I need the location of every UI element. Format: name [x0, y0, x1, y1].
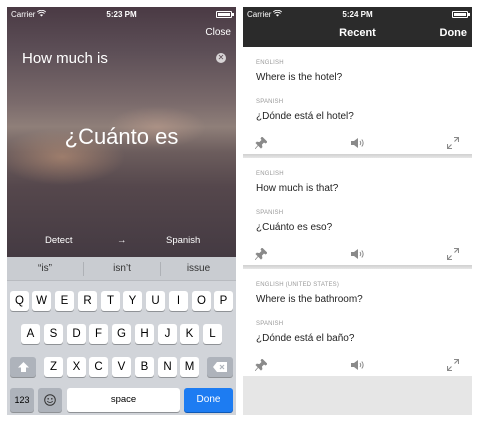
- emoji-icon: [44, 394, 56, 406]
- recent-entry[interactable]: ENGLISH (UNITED STATES) Where is the bat…: [243, 269, 472, 376]
- suggestion-item[interactable]: “is”: [7, 257, 83, 281]
- key-t[interactable]: T: [101, 291, 120, 311]
- shift-arrow-icon: [17, 362, 29, 372]
- expand-icon[interactable]: [447, 359, 459, 371]
- status-bar: Carrier 5:23 PM: [7, 7, 236, 21]
- key-x[interactable]: X: [67, 357, 86, 377]
- emoji-key[interactable]: [38, 388, 62, 412]
- suggestion-item[interactable]: isn’t: [84, 257, 160, 281]
- translation-text: ¿Cuánto es: [64, 124, 179, 149]
- key-w[interactable]: W: [32, 291, 51, 311]
- language-selector: Detect → Spanish: [7, 235, 236, 249]
- suggestion-item[interactable]: issue: [161, 257, 236, 281]
- source-language-button[interactable]: Detect: [45, 235, 72, 246]
- pin-icon[interactable]: [255, 137, 267, 149]
- target-language-label: SPANISH: [256, 210, 284, 216]
- status-time: 5:24 PM: [342, 10, 373, 19]
- pin-icon[interactable]: [255, 359, 267, 371]
- key-b[interactable]: B: [135, 357, 154, 377]
- backspace-icon: [213, 362, 227, 372]
- key-h[interactable]: H: [135, 324, 154, 344]
- clear-text-icon[interactable]: ✕: [216, 53, 226, 63]
- source-language-label: ENGLISH: [256, 60, 284, 66]
- source-phrase: Where is the bathroom?: [256, 294, 363, 305]
- key-m[interactable]: M: [180, 357, 199, 377]
- source-phrase: Where is the hotel?: [256, 72, 343, 83]
- nav-bar: Recent Done: [243, 21, 472, 47]
- done-button[interactable]: Done: [440, 27, 468, 39]
- key-g[interactable]: G: [112, 324, 131, 344]
- speaker-icon[interactable]: [351, 248, 365, 260]
- target-language-label: SPANISH: [256, 99, 284, 105]
- swap-arrow-icon[interactable]: →: [117, 235, 127, 246]
- backspace-key[interactable]: [207, 357, 233, 377]
- status-time: 5:23 PM: [106, 10, 137, 19]
- expand-icon[interactable]: [447, 137, 459, 149]
- done-key[interactable]: Done: [184, 388, 233, 412]
- key-f[interactable]: F: [89, 324, 108, 344]
- page-title: Recent: [339, 27, 376, 39]
- recent-screen: Carrier 5:24 PM Recent Done ENGLISH Wher…: [243, 7, 472, 415]
- source-phrase: How much is that?: [256, 183, 339, 194]
- target-phrase: ¿Cuánto es eso?: [256, 222, 333, 233]
- speaker-icon[interactable]: [351, 137, 365, 149]
- recent-entry[interactable]: ENGLISH Where is the hotel? SPANISH ¿Dón…: [243, 47, 472, 158]
- key-v[interactable]: V: [112, 357, 131, 377]
- battery-icon: [216, 11, 234, 18]
- key-p[interactable]: P: [214, 291, 233, 311]
- space-key[interactable]: space: [67, 388, 180, 412]
- target-phrase: ¿Dónde está el baño?: [256, 333, 355, 344]
- expand-icon[interactable]: [447, 248, 459, 260]
- recent-entry[interactable]: ENGLISH How much is that? SPANISH ¿Cuánt…: [243, 158, 472, 269]
- key-i[interactable]: I: [169, 291, 188, 311]
- key-r[interactable]: R: [78, 291, 97, 311]
- keyboard: “is” isn’t issue Q W E R T Y U I O P A S…: [7, 257, 236, 415]
- battery-icon: [452, 11, 470, 18]
- target-phrase: ¿Dónde está el hotel?: [256, 111, 354, 122]
- key-e[interactable]: E: [55, 291, 74, 311]
- source-language-label: ENGLISH: [256, 171, 284, 177]
- key-j[interactable]: J: [158, 324, 177, 344]
- speaker-icon[interactable]: [351, 359, 365, 371]
- shift-key[interactable]: [10, 357, 36, 377]
- key-u[interactable]: U: [146, 291, 165, 311]
- key-o[interactable]: O: [192, 291, 211, 311]
- source-language-label: ENGLISH (UNITED STATES): [256, 282, 340, 288]
- suggestion-bar: “is” isn’t issue: [7, 257, 236, 281]
- key-k[interactable]: K: [180, 324, 199, 344]
- key-c[interactable]: C: [89, 357, 108, 377]
- key-n[interactable]: N: [158, 357, 177, 377]
- target-language-label: SPANISH: [256, 321, 284, 327]
- pin-icon[interactable]: [255, 248, 267, 260]
- key-y[interactable]: Y: [123, 291, 142, 311]
- status-bar: Carrier 5:24 PM: [243, 7, 472, 21]
- key-a[interactable]: A: [21, 324, 40, 344]
- key-z[interactable]: Z: [44, 357, 63, 377]
- numbers-key[interactable]: 123: [10, 388, 34, 412]
- key-d[interactable]: D: [67, 324, 86, 344]
- key-q[interactable]: Q: [10, 291, 29, 311]
- target-language-button[interactable]: Spanish: [166, 235, 200, 246]
- key-l[interactable]: L: [203, 324, 222, 344]
- source-text-input[interactable]: How much is: [22, 50, 108, 67]
- translate-screen: Carrier 5:23 PM Close How much is ✕ ¿Cuá…: [7, 7, 236, 415]
- close-button[interactable]: Close: [205, 27, 231, 38]
- key-s[interactable]: S: [44, 324, 63, 344]
